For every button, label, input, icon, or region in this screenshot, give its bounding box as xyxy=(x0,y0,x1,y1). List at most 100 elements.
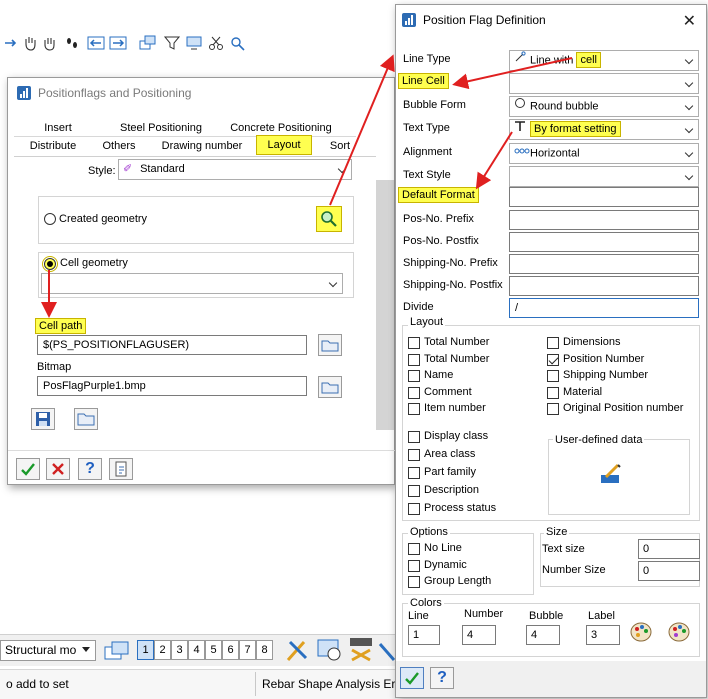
cell-path-browse-button[interactable] xyxy=(318,334,342,356)
layout-checkbox-total-number[interactable] xyxy=(408,337,420,349)
created-geometry-radio[interactable] xyxy=(44,213,56,225)
pfd-field-default-format[interactable] xyxy=(509,187,699,207)
pfd-field-divide[interactable]: / xyxy=(509,298,699,318)
color-bubble-field[interactable]: 4 xyxy=(526,625,560,645)
close-icon[interactable]: ✕ xyxy=(683,11,696,31)
tab-drawing-number[interactable]: Drawing number xyxy=(154,138,250,154)
style-combo[interactable]: ✐ Standard xyxy=(118,159,352,180)
view-button-8[interactable]: 8 xyxy=(256,640,273,660)
layout-checkbox-description[interactable] xyxy=(408,485,420,497)
line-cell-icon xyxy=(514,51,530,70)
help-button[interactable]: ? xyxy=(78,458,102,480)
tool-icon-3[interactable] xyxy=(348,636,376,664)
layout-checkbox-display-class[interactable] xyxy=(408,431,420,443)
tab-distribute[interactable]: Distribute xyxy=(22,138,84,154)
options-title: Options xyxy=(408,526,450,538)
color-number-field[interactable]: 4 xyxy=(462,625,496,645)
layout-checkbox-material[interactable] xyxy=(547,386,559,399)
zoom-button[interactable] xyxy=(316,206,342,232)
pfd-label-line-type: Line Type xyxy=(403,53,451,65)
save-button[interactable] xyxy=(31,408,55,430)
tab-concrete-positioning[interactable]: Concrete Positioning xyxy=(216,120,346,136)
view-button-6[interactable]: 6 xyxy=(222,640,239,660)
color-label-field[interactable]: 3 xyxy=(586,625,620,645)
option-checkbox-group-length[interactable] xyxy=(408,576,420,588)
pfd-combo-text-style[interactable] xyxy=(509,166,699,187)
view-button-5[interactable]: 5 xyxy=(205,640,222,660)
pfd-field-pos-no-postfix[interactable] xyxy=(509,232,699,252)
gear-search-icon[interactable] xyxy=(228,34,248,52)
pfd-combo-bubble-form[interactable]: Round bubble xyxy=(509,96,699,117)
view-button-3[interactable]: 3 xyxy=(171,640,188,660)
pfd-combo-text-type[interactable]: By format setting xyxy=(509,119,699,140)
cell-geometry-radio[interactable] xyxy=(42,256,58,272)
tool-icon-2[interactable] xyxy=(316,636,344,664)
user-defined-data-button[interactable] xyxy=(598,461,624,487)
pfd-ok-button[interactable] xyxy=(400,667,424,689)
option-label: No Line xyxy=(424,542,462,554)
layout-checkbox-comment[interactable] xyxy=(408,386,420,399)
layout-checkbox-item-number[interactable] xyxy=(408,403,420,415)
layout-label: Total Number xyxy=(424,352,490,365)
tool-icon-1[interactable] xyxy=(284,636,312,664)
open-button[interactable] xyxy=(74,408,98,430)
view-button-1[interactable]: 1 xyxy=(137,640,154,660)
export-button[interactable] xyxy=(109,458,133,480)
cell-geometry-label: Cell geometry xyxy=(60,257,128,269)
pfd-combo-line-cell[interactable] xyxy=(509,73,699,94)
cell-path-field[interactable]: $(PS_POSITIONFLAGUSER) xyxy=(37,335,307,355)
view-windows-icon[interactable] xyxy=(103,640,131,662)
magnifier-icon xyxy=(321,211,337,227)
monitor-icon[interactable] xyxy=(184,34,204,52)
footsteps-icon[interactable] xyxy=(62,34,82,52)
option-checkbox-no-line[interactable] xyxy=(408,543,420,555)
layout-checkbox-position-number[interactable] xyxy=(547,353,559,366)
tab-others[interactable]: Others xyxy=(92,138,146,154)
cancel-button[interactable] xyxy=(46,458,70,480)
layout-label: Process status xyxy=(424,502,497,514)
number-size-field[interactable]: 0 xyxy=(638,561,700,581)
pfd-help-button[interactable]: ? xyxy=(430,667,454,689)
funnel-icon[interactable] xyxy=(162,34,182,52)
pfd-field-pos-no-prefix[interactable] xyxy=(509,210,699,230)
pfd-field-shipping-no-postfix[interactable] xyxy=(509,276,699,296)
tab-insert[interactable]: Insert xyxy=(32,120,84,136)
arrows-icon[interactable] xyxy=(0,34,20,52)
bitmap-browse-button[interactable] xyxy=(318,376,342,398)
status-prompt: o add to set xyxy=(6,677,69,691)
hand-icon[interactable] xyxy=(40,34,60,52)
pfd-combo-line-type[interactable]: Line with cell xyxy=(509,50,699,71)
status-separator xyxy=(255,672,256,696)
layout-checkbox-area-class[interactable] xyxy=(408,449,420,461)
model-combo[interactable]: Structural mo xyxy=(0,640,96,661)
color-palette-button[interactable] xyxy=(628,619,654,645)
scissors-icon[interactable] xyxy=(206,34,226,52)
view-button-4[interactable]: 4 xyxy=(188,640,205,660)
layout-checkbox-total-number[interactable] xyxy=(408,353,420,366)
layout-checkbox-dimensions[interactable] xyxy=(547,337,559,349)
layout-checkbox-process-status[interactable] xyxy=(408,503,420,515)
arrow-right-icon[interactable] xyxy=(108,34,128,52)
tool-icon-4[interactable] xyxy=(378,636,396,664)
cell-geometry-combo[interactable] xyxy=(41,273,343,294)
option-checkbox-dynamic[interactable] xyxy=(408,559,420,572)
color-palette-button-2[interactable] xyxy=(666,619,692,645)
tab-steel-positioning[interactable]: Steel Positioning xyxy=(106,120,216,136)
tab-sort[interactable]: Sort xyxy=(320,138,360,154)
color-line-field[interactable]: 1 xyxy=(408,625,440,645)
layout-checkbox-part-family[interactable] xyxy=(408,467,420,479)
arrow-left-icon[interactable] xyxy=(86,34,106,52)
layout-checkbox-shipping-number[interactable] xyxy=(547,370,559,382)
ok-button[interactable] xyxy=(16,458,40,480)
layout-checkbox-name[interactable] xyxy=(408,370,420,382)
view-button-7[interactable]: 7 xyxy=(239,640,256,660)
windows-icon[interactable] xyxy=(138,34,158,52)
pfd-field-shipping-no-prefix[interactable] xyxy=(509,254,699,274)
pfd-combo-alignment[interactable]: Horizontal xyxy=(509,143,699,164)
pan-icon[interactable] xyxy=(20,34,40,52)
text-size-field[interactable]: 0 xyxy=(638,539,700,559)
tab-layout[interactable]: Layout xyxy=(256,135,312,155)
layout-checkbox-original-position-number[interactable] xyxy=(547,403,559,415)
bitmap-field[interactable]: PosFlagPurple1.bmp xyxy=(37,376,307,396)
view-button-2[interactable]: 2 xyxy=(154,640,171,660)
